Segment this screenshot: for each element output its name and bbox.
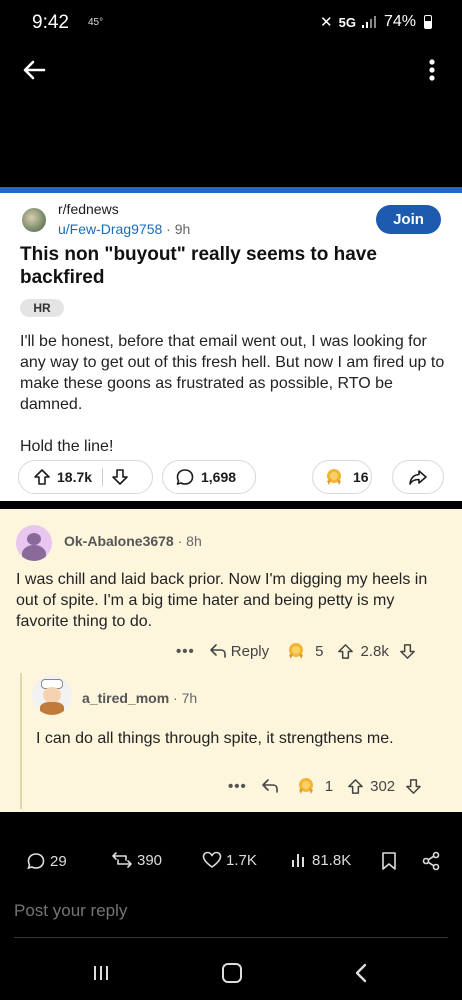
vote-separator: [102, 468, 104, 486]
upvote-count: 18.7k: [57, 469, 93, 485]
comment-actions: ••• Reply 5 2.8k: [176, 641, 416, 661]
bookmark-button[interactable]: [381, 851, 397, 871]
comment-pill[interactable]: 1,698: [162, 460, 256, 494]
comment-actions: ••• 1 302: [228, 776, 422, 796]
reply-stat[interactable]: 29: [26, 851, 67, 871]
reply-button[interactable]: [261, 778, 279, 794]
award-icon: [298, 778, 313, 794]
upvote-icon[interactable]: [347, 778, 364, 795]
subreddit-name[interactable]: r/fednews: [58, 201, 119, 217]
battery-icon: [424, 15, 432, 29]
views-stat[interactable]: 81.8K: [290, 851, 351, 869]
post-author[interactable]: u/Few-Drag9758: [58, 221, 162, 237]
more-vertical-icon[interactable]: [422, 54, 442, 86]
share-button[interactable]: [392, 460, 444, 494]
comment-thread: Ok-Abalone3678 · 8h I was chill and laid…: [0, 509, 462, 812]
downvote-icon[interactable]: [399, 643, 416, 660]
nav-back-icon[interactable]: [354, 962, 368, 984]
repost-stat[interactable]: 390: [111, 851, 162, 869]
reply-icon: [209, 644, 226, 658]
avatar[interactable]: [16, 525, 52, 561]
award-icon: [327, 469, 341, 485]
recents-icon[interactable]: [92, 964, 110, 982]
reply-input[interactable]: [14, 901, 446, 921]
like-stat[interactable]: 1.7K: [202, 851, 257, 869]
like-count: 1.7K: [226, 851, 257, 869]
share-icon: [409, 470, 427, 485]
comment-author-line: Ok-Abalone3678 · 8h: [64, 533, 202, 549]
comment-author[interactable]: Ok-Abalone3678: [64, 533, 174, 549]
award-count: 5: [315, 642, 324, 660]
battery-percent: 74%: [383, 13, 416, 30]
post-actions: 18.7k 1,698 16: [18, 460, 444, 494]
award-pill[interactable]: 16: [312, 460, 372, 494]
reply-icon: [261, 779, 278, 793]
status-indicators: ✕ 5G 74%: [320, 13, 432, 31]
post-flair: HR: [20, 299, 64, 317]
comment-body: I was chill and laid back prior. Now I'm…: [16, 571, 428, 630]
back-arrow-icon[interactable]: [18, 54, 50, 86]
more-options-button[interactable]: •••: [176, 643, 195, 660]
downvote-icon[interactable]: [111, 468, 129, 486]
vote-count: 2.8k: [360, 642, 389, 660]
status-bar: 9:42 45° ✕ 5G 74%: [0, 0, 462, 48]
share-button[interactable]: [421, 851, 441, 871]
network-label: 5G: [338, 14, 356, 30]
repost-count: 390: [137, 851, 163, 869]
avatar[interactable]: [32, 675, 72, 715]
comment-count: 1,698: [201, 469, 237, 485]
mute-icon: ✕: [320, 14, 333, 31]
reply-button[interactable]: Reply: [209, 643, 269, 660]
reply-bubble-icon: [27, 853, 45, 870]
comment-author[interactable]: a_tired_mom: [82, 690, 169, 706]
signal-icon: [361, 16, 376, 28]
more-options-button[interactable]: •••: [228, 778, 247, 795]
reply-count: 29: [50, 852, 67, 870]
top-bar: [0, 48, 462, 188]
award-icon: [289, 643, 304, 659]
tweet-stats: 29 390 1.7K 81.8K: [0, 851, 462, 873]
reply-label: Reply: [230, 642, 270, 660]
post-body-paragraph: I'll be honest, before that email went o…: [20, 333, 445, 413]
tweet-action-bar: 29 390 1.7K 81.8K: [0, 813, 462, 940]
bookmark-icon: [382, 852, 396, 870]
award-count: 1: [324, 777, 334, 795]
comment-vote: 302: [347, 778, 422, 795]
comment-vote: 2.8k: [337, 643, 415, 660]
status-time: 9:42: [32, 12, 69, 33]
vote-pill: 18.7k: [18, 460, 153, 494]
views-icon: [292, 854, 304, 867]
comment-body: I can do all things through spite, it st…: [36, 730, 394, 747]
status-temperature: 45°: [88, 17, 104, 28]
repost-icon: [112, 852, 132, 868]
upvote-icon[interactable]: [337, 643, 354, 660]
post-body: I'll be honest, before that email went o…: [20, 331, 448, 478]
upvote-icon[interactable]: [33, 468, 51, 486]
comment-author-line: a_tired_mom · 7h: [82, 690, 198, 706]
home-icon[interactable]: [222, 963, 242, 983]
views-count: 81.8K: [312, 851, 352, 869]
award-button[interactable]: 1: [295, 776, 333, 796]
vote-count: 302: [370, 777, 396, 795]
heart-icon: [202, 851, 222, 868]
join-button[interactable]: Join: [376, 205, 441, 234]
reply-divider: [14, 937, 448, 938]
post-title: This non "buyout" really seems to have b…: [20, 244, 377, 288]
comment-age: 7h: [181, 690, 198, 706]
comment-icon: [176, 469, 194, 485]
post-age: 9h: [174, 221, 191, 237]
thread-line: [20, 673, 22, 809]
post-card: r/fednews u/Few-Drag9758 · 9h Join This …: [0, 193, 462, 501]
subreddit-avatar[interactable]: [22, 208, 46, 232]
post-author-line: u/Few-Drag9758 · 9h: [58, 221, 191, 237]
award-count: 16: [353, 469, 369, 485]
system-nav-bar: [0, 940, 462, 1000]
downvote-icon[interactable]: [405, 778, 422, 795]
post-body-paragraph: Hold the line!: [20, 438, 114, 455]
comment-age: 8h: [186, 533, 202, 549]
award-button[interactable]: 5: [285, 641, 323, 661]
share-nodes-icon: [422, 851, 440, 871]
